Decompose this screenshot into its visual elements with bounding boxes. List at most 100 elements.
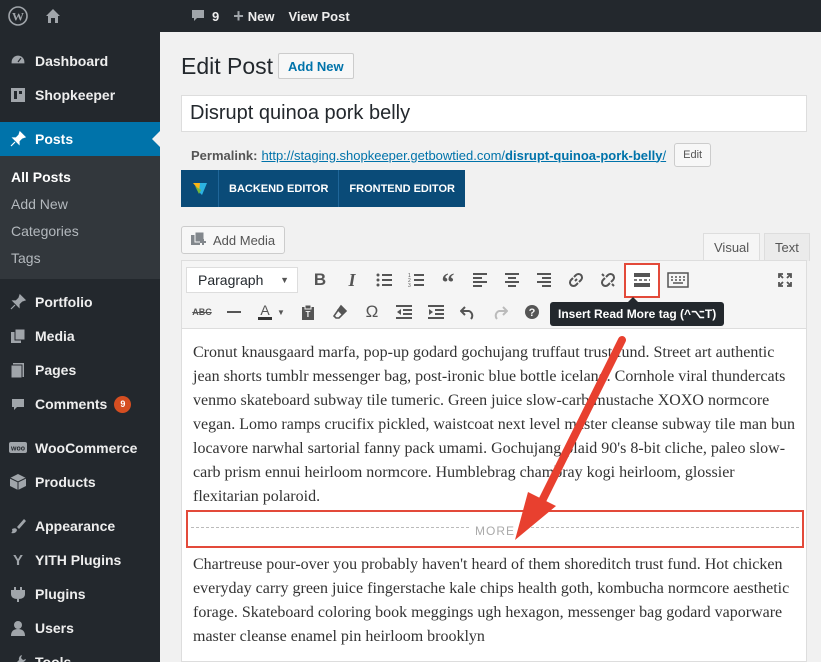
sidebar-item-comments[interactable]: Comments 9 <box>0 387 160 421</box>
submenu-item-tags[interactable]: Tags <box>0 244 160 271</box>
italic-button[interactable]: I <box>336 265 368 295</box>
woocommerce-icon: woo <box>8 438 28 458</box>
align-center-button[interactable] <box>496 265 528 295</box>
frontend-editor-button[interactable]: FRONTEND EDITOR <box>338 170 465 207</box>
comments-link[interactable]: 9 <box>70 0 226 32</box>
toolbar-toggle-button[interactable] <box>662 265 694 295</box>
sidebar-item-label: Portfolio <box>35 294 93 310</box>
svg-text:T: T <box>306 310 311 319</box>
sidebar-item-plugins[interactable]: Plugins <box>0 577 160 611</box>
toolbar-row-2: ABC A ▼ T Ω ? <box>186 296 548 328</box>
special-character-button[interactable]: Ω <box>356 297 388 327</box>
permalink-edit-button[interactable]: Edit <box>674 143 712 167</box>
bullet-list-button[interactable] <box>368 265 400 295</box>
chevron-down-icon: ▼ <box>280 275 289 285</box>
indent-icon <box>428 305 444 319</box>
add-new-button[interactable]: Add New <box>278 53 354 79</box>
svg-text:W: W <box>12 10 24 24</box>
read-more-tooltip: Insert Read More tag (^⌥T) <box>550 297 725 326</box>
sidebar-item-portfolio[interactable]: Portfolio <box>0 285 160 319</box>
undo-button[interactable] <box>452 297 484 327</box>
sidebar-item-yith-plugins[interactable]: Y YITH Plugins <box>0 543 160 577</box>
pin-icon <box>8 129 28 149</box>
add-media-button[interactable]: Add Media <box>181 226 286 254</box>
permalink-suffix: / <box>662 147 667 163</box>
sidebar-item-products[interactable]: Products <box>0 465 160 499</box>
italic-icon: I <box>348 269 356 290</box>
dashboard-icon <box>8 51 28 71</box>
unlink-icon <box>600 272 616 288</box>
admin-bar: W 9 + New View Post <box>0 0 821 32</box>
read-more-icon <box>634 273 650 287</box>
submenu-item-categories[interactable]: Categories <box>0 217 160 244</box>
paste-as-text-button[interactable]: T <box>292 297 324 327</box>
editor-toolbar: Paragraph ▼ B I 123 “ ABC A ▼ T Ω ? Inse… <box>182 261 806 329</box>
sidebar-item-dashboard[interactable]: Dashboard <box>0 44 160 78</box>
tab-text[interactable]: Text <box>764 233 810 261</box>
bold-button[interactable]: B <box>304 265 336 295</box>
wordpress-logo-icon[interactable]: W <box>0 0 36 32</box>
svg-text:?: ? <box>529 307 536 319</box>
permalink-url-base: http://staging.shopkeeper.getbowtied.com… <box>261 147 506 163</box>
sidebar-item-users[interactable]: Users <box>0 611 160 645</box>
sidebar-item-tools[interactable]: Tools <box>0 645 160 662</box>
align-left-button[interactable] <box>464 265 496 295</box>
comments-badge: 9 <box>114 395 132 413</box>
view-post-link[interactable]: View Post <box>281 0 356 32</box>
sidebar-item-label: Pages <box>35 362 77 378</box>
remove-link-button[interactable] <box>592 265 624 295</box>
distraction-free-button[interactable] <box>770 265 800 295</box>
post-title-input[interactable]: Disrupt quinoa pork belly <box>181 95 807 132</box>
permalink-slug: disrupt-quinoa-pork-belly <box>505 147 663 163</box>
sidebar-item-woocommerce[interactable]: woo WooCommerce <box>0 431 160 465</box>
redo-button[interactable] <box>484 297 516 327</box>
text-color-icon: A <box>258 303 273 320</box>
post-editor: Paragraph ▼ B I 123 “ ABC A ▼ T Ω ? Inse… <box>181 260 807 662</box>
numbered-list-button[interactable]: 123 <box>400 265 432 295</box>
outdent-button[interactable] <box>388 297 420 327</box>
new-content-link[interactable]: + New <box>226 0 281 32</box>
backend-editor-button[interactable]: BACKEND EDITOR <box>218 170 338 207</box>
omega-icon: Ω <box>365 302 379 321</box>
sidebar-item-label: Plugins <box>35 586 86 602</box>
strikethrough-button[interactable]: ABC <box>186 297 218 327</box>
visual-composer-logo-icon <box>181 170 218 207</box>
toolbar-row-1: Paragraph ▼ B I 123 “ <box>186 262 694 298</box>
media-icon <box>190 231 207 250</box>
paragraph-1: Cronut knausgaard marfa, pop-up godard g… <box>193 344 796 505</box>
pages-icon <box>8 360 28 380</box>
blockquote-button[interactable]: “ <box>432 265 464 297</box>
sidebar-item-shopkeeper[interactable]: Shopkeeper <box>0 78 160 112</box>
submenu-item-all-posts[interactable]: All Posts <box>0 163 160 190</box>
sidebar-item-label: Users <box>35 620 74 636</box>
keyboard-shortcuts-button[interactable]: ? <box>516 297 548 327</box>
page-title: Edit Post <box>181 53 274 79</box>
plugins-icon <box>8 584 28 604</box>
align-right-button[interactable] <box>528 265 560 295</box>
sidebar-item-label: Posts <box>35 131 74 147</box>
horizontal-line-button[interactable] <box>218 297 250 327</box>
text-color-button[interactable]: A ▼ <box>250 297 292 327</box>
outdent-icon <box>396 305 412 319</box>
appearance-icon <box>8 516 28 536</box>
sidebar-item-label: YITH Plugins <box>35 552 122 568</box>
sidebar-item-appearance[interactable]: Appearance <box>0 509 160 543</box>
editor-content[interactable]: Cronut knausgaard marfa, pop-up godard g… <box>186 341 804 649</box>
sidebar-item-label: Products <box>35 474 96 490</box>
svg-text:woo: woo <box>10 446 25 453</box>
indent-button[interactable] <box>420 297 452 327</box>
sidebar-item-media[interactable]: Media <box>0 319 160 353</box>
submenu-item-add-new[interactable]: Add New <box>0 190 160 217</box>
clear-formatting-button[interactable] <box>324 297 356 327</box>
format-select[interactable]: Paragraph ▼ <box>186 267 298 293</box>
permalink-url[interactable]: http://staging.shopkeeper.getbowtied.com… <box>261 148 666 163</box>
paragraph-2: Chartreuse pour-over you probably haven'… <box>193 556 790 645</box>
blockquote-icon: “ <box>441 268 455 297</box>
fullscreen-icon <box>778 273 792 287</box>
insert-link-button[interactable] <box>560 265 592 295</box>
tab-visual[interactable]: Visual <box>703 233 761 261</box>
sidebar-item-pages[interactable]: Pages <box>0 353 160 387</box>
home-icon[interactable] <box>36 0 70 32</box>
sidebar-item-posts[interactable]: Posts <box>0 122 160 156</box>
numbered-list-icon: 123 <box>408 273 424 287</box>
